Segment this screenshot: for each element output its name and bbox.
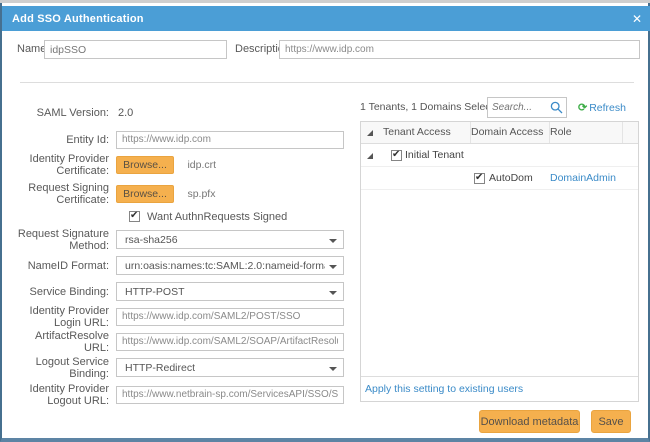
add-sso-dialog-screen: Add SSO Authentication ✕ Name: Descripti… xyxy=(0,0,650,442)
want-authn-checkbox[interactable] xyxy=(129,211,140,222)
nameid-format-label: NameID Format: xyxy=(10,260,116,272)
idp-logout-url-row: Identity Provider Logout URL: xyxy=(10,385,352,404)
search-icon[interactable] xyxy=(550,101,563,119)
domain-row: AutoDom DomainAdmin xyxy=(361,167,638,190)
apply-settings-link[interactable]: Apply this setting to existing users xyxy=(365,383,523,395)
signature-method-label: Request Signature Method: xyxy=(10,228,116,252)
save-button[interactable]: Save xyxy=(591,410,631,433)
column-header-role: Role xyxy=(550,122,623,143)
name-input[interactable] xyxy=(44,40,227,59)
signing-certificate-label: Request Signing Certificate: xyxy=(10,182,116,206)
tenant-row: Initial Tenant xyxy=(361,144,638,167)
dialog-titlebar: Add SSO Authentication ✕ xyxy=(2,6,650,31)
idp-certificate-label: Identity Provider Certificate: xyxy=(10,153,116,177)
idp-logout-url-input[interactable] xyxy=(116,386,344,404)
artifact-resolve-url-label: ArtifactResolve URL: xyxy=(10,330,116,354)
name-description-row: Name: Description: xyxy=(2,39,650,61)
idp-login-url-row: Identity Provider Login URL: xyxy=(10,307,352,326)
tenant-name: Initial Tenant xyxy=(405,149,464,161)
add-sso-dialog: Add SSO Authentication ✕ Name: Descripti… xyxy=(0,3,650,442)
entity-id-input[interactable] xyxy=(116,131,344,149)
tenant-checkbox[interactable] xyxy=(391,150,402,161)
collapse-row-icon[interactable] xyxy=(361,144,383,167)
artifact-resolve-url-row: ArtifactResolve URL: xyxy=(10,332,352,351)
want-authn-label: Want AuthnRequests Signed xyxy=(147,211,287,223)
saml-version-label: SAML Version: xyxy=(10,107,116,119)
entity-id-row: Entity Id: xyxy=(10,130,352,149)
saml-version-row: SAML Version: 2.0 xyxy=(10,103,352,122)
chevron-down-icon xyxy=(329,239,337,243)
tenant-domain-grid: Tenant Access Domain Access Role Initial… xyxy=(360,121,639,402)
nameid-format-row: NameID Format: urn:oasis:names:tc:SAML:2… xyxy=(10,256,352,275)
artifact-resolve-url-input[interactable] xyxy=(116,333,344,351)
service-binding-dropdown[interactable]: HTTP-POST xyxy=(116,282,344,301)
entity-id-label: Entity Id: xyxy=(10,134,116,146)
chevron-down-icon xyxy=(329,265,337,269)
role-link[interactable]: DomainAdmin xyxy=(550,172,616,184)
chevron-down-icon xyxy=(329,367,337,371)
service-binding-label: Service Binding: xyxy=(10,286,116,298)
grid-empty-area xyxy=(361,190,638,376)
idp-logout-url-label: Identity Provider Logout URL: xyxy=(10,383,116,407)
column-header-tenant-access: Tenant Access xyxy=(383,122,471,143)
signature-method-row: Request Signature Method: rsa-sha256 xyxy=(10,230,352,249)
column-header-spacer xyxy=(623,122,638,143)
grid-header: Tenant Access Domain Access Role xyxy=(361,122,638,144)
refresh-link[interactable]: ⟳Refresh xyxy=(578,101,626,114)
close-icon[interactable]: ✕ xyxy=(632,13,642,25)
domain-checkbox[interactable] xyxy=(474,173,485,184)
description-input[interactable] xyxy=(279,40,640,59)
search-box xyxy=(487,97,567,118)
idp-login-url-input[interactable] xyxy=(116,308,344,326)
idp-login-url-label: Identity Provider Login URL: xyxy=(10,305,116,329)
section-separator xyxy=(20,82,634,83)
idp-certificate-browse-button[interactable]: Browse... xyxy=(116,156,174,174)
search-input[interactable] xyxy=(488,98,548,117)
signing-certificate-filename: sp.pfx xyxy=(187,188,215,200)
domain-name: AutoDom xyxy=(489,172,533,184)
signature-method-dropdown[interactable]: rsa-sha256 xyxy=(116,230,344,249)
refresh-icon: ⟳ xyxy=(578,102,587,114)
signing-certificate-browse-button[interactable]: Browse... xyxy=(116,185,174,203)
chevron-down-icon xyxy=(329,291,337,295)
column-header-domain-access: Domain Access xyxy=(471,122,550,143)
selection-summary: 1 Tenants, 1 Domains Selected xyxy=(360,101,505,113)
nameid-format-dropdown[interactable]: urn:oasis:names:tc:SAML:2.0:nameid-forma… xyxy=(116,256,344,275)
logout-binding-label: Logout Service Binding: xyxy=(10,356,116,380)
signing-certificate-row: Request Signing Certificate: Browse... s… xyxy=(10,184,352,203)
dialog-title: Add SSO Authentication xyxy=(12,13,144,25)
download-metadata-button[interactable]: Download metadata xyxy=(479,410,580,433)
apply-strip: Apply this setting to existing users xyxy=(361,376,638,401)
logout-binding-dropdown[interactable]: HTTP-Redirect xyxy=(116,358,344,377)
collapse-all-icon[interactable] xyxy=(361,122,383,143)
idp-certificate-filename: idp.crt xyxy=(187,159,216,171)
service-binding-row: Service Binding: HTTP-POST xyxy=(10,282,352,301)
idp-certificate-row: Identity Provider Certificate: Browse...… xyxy=(10,155,352,174)
logout-binding-row: Logout Service Binding: HTTP-Redirect xyxy=(10,358,352,377)
saml-version-value: 2.0 xyxy=(116,107,133,119)
